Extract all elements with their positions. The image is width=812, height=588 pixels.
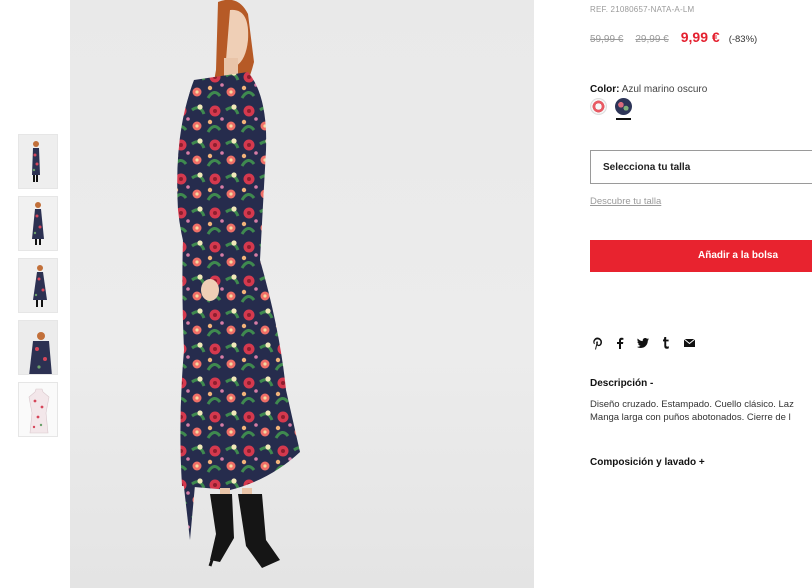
color-label: Color: [590, 84, 620, 95]
thumbnail-4[interactable] [18, 320, 58, 375]
product-reference: REF. 21080657-NATA-A-LM [590, 5, 695, 14]
previous-price: 29,99 € [635, 34, 669, 45]
thumbnail-5[interactable] [18, 382, 58, 437]
pinterest-icon[interactable] [590, 336, 604, 350]
size-select[interactable]: Selecciona tu talla [590, 150, 812, 184]
color-swatch-navy[interactable] [615, 98, 632, 115]
product-main-image[interactable] [70, 0, 534, 588]
product-page: REF. 21080657-NATA-A-LM 59,99 € 29,99 € … [0, 0, 812, 588]
thumbnail-2[interactable] [18, 196, 58, 251]
facebook-icon[interactable] [613, 336, 627, 350]
original-price: 59,99 € [590, 34, 624, 45]
social-share-row [590, 336, 696, 350]
composition-toggle[interactable]: Composición y lavado + [590, 457, 705, 468]
color-value: Azul marino oscuro [621, 84, 708, 95]
thumbnail-gallery [18, 134, 58, 444]
sale-price: 9,99 € [680, 29, 720, 45]
description-toggle[interactable]: Descripción - [590, 378, 653, 389]
twitter-icon[interactable] [636, 336, 650, 350]
add-to-bag-button[interactable]: Añadir a la bolsa [590, 240, 812, 272]
price-row: 59,99 € 29,99 € 9,99 € (-83%) [590, 29, 757, 45]
description-line: Manga larga con puños abotonados. Cierre… [590, 412, 791, 423]
description-line: Diseño cruzado. Estampado. Cuello clásic… [590, 399, 794, 410]
thumbnail-3[interactable] [18, 258, 58, 313]
thumbnail-1[interactable] [18, 134, 58, 189]
discount-badge: (-83%) [728, 34, 758, 45]
size-guide-link[interactable]: Descubre tu talla [590, 196, 661, 207]
email-icon[interactable] [682, 336, 696, 350]
selected-swatch-indicator [616, 118, 631, 120]
tumblr-icon[interactable] [659, 336, 673, 350]
model-photo [177, 0, 300, 568]
color-swatch-pink[interactable] [590, 98, 607, 115]
color-swatches [590, 98, 632, 115]
description-text: Diseño cruzado. Estampado. Cuello clásic… [590, 398, 812, 424]
color-label-row: Color: Azul marino oscuro [590, 84, 707, 95]
